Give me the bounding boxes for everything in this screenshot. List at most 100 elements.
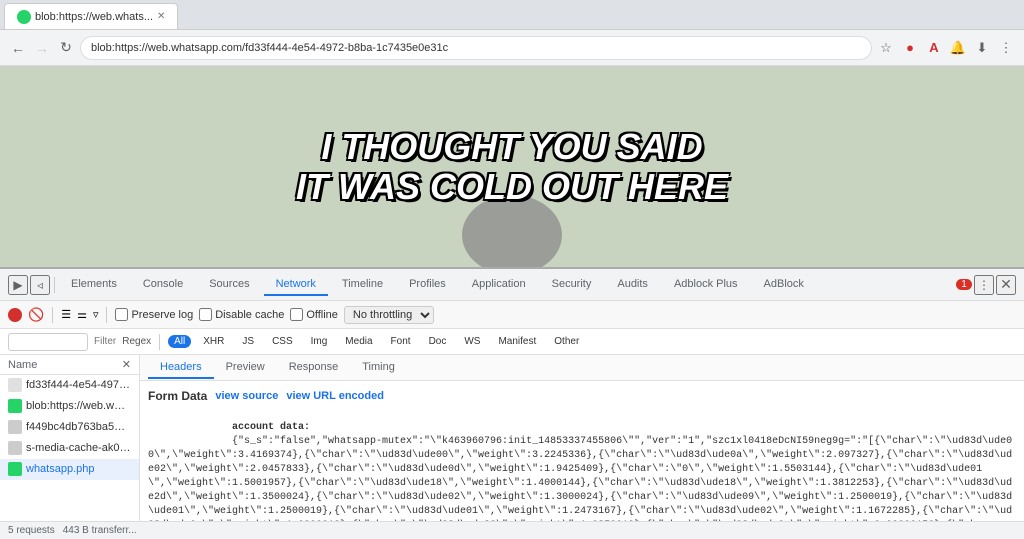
status-bar: 5 requests 443 B transferr... xyxy=(0,521,1024,539)
tab-adblock[interactable]: AdBlock xyxy=(752,274,816,296)
tab-application[interactable]: Application xyxy=(460,274,538,296)
request-tabs: Headers Preview Response Timing xyxy=(140,355,1024,381)
bookmark-button[interactable]: ☆ xyxy=(876,38,896,58)
whatsapp-icon[interactable]: ● xyxy=(900,38,920,58)
filter-font[interactable]: Font xyxy=(385,335,417,348)
regex-btn[interactable]: Regex xyxy=(122,336,151,347)
view-source-link[interactable]: view source xyxy=(215,390,278,402)
sidebar-item-text-4: s-media-cache-ak0.pin... xyxy=(26,442,131,454)
tab-elements[interactable]: Elements xyxy=(59,274,129,296)
offline-input[interactable] xyxy=(290,308,303,321)
filter-ws[interactable]: WS xyxy=(458,335,486,348)
sidebar-item-2[interactable]: blob:https://web.whats... xyxy=(0,396,139,417)
forward-button[interactable]: → xyxy=(32,38,52,58)
main-area: I THOUGHT YOU SAID IT WAS COLD OUT HERE … xyxy=(0,67,1024,521)
extension-icon[interactable]: 🔔 xyxy=(948,38,968,58)
url-text: blob:https://web.whatsapp.com/fd33f444-4… xyxy=(91,42,448,54)
download-button[interactable]: ⬇ xyxy=(972,38,992,58)
filter-other[interactable]: Other xyxy=(548,335,585,348)
tab-favicon xyxy=(17,10,31,24)
menu-button[interactable]: ⋮ xyxy=(996,38,1016,58)
sidebar-item-text-2: blob:https://web.whats... xyxy=(26,400,131,412)
sidebar-panel: Name ✕ fd33f444-4e54-4972-b... blob:http… xyxy=(0,355,140,521)
sidebar-item-text-5: whatsapp.php xyxy=(26,463,95,475)
name-header: Name xyxy=(8,359,37,371)
sidebar-favicon-2 xyxy=(8,399,22,413)
filter-js[interactable]: JS xyxy=(236,335,260,348)
tab-close-button[interactable]: ✕ xyxy=(157,11,165,22)
devtools-more-icon[interactable]: ⋮ xyxy=(974,275,994,295)
form-data-panel: Form Data view source view URL encoded a… xyxy=(140,381,1024,521)
sidebar-favicon-1 xyxy=(8,378,22,392)
req-tab-response[interactable]: Response xyxy=(277,357,351,379)
tab-network[interactable]: Network xyxy=(264,274,328,296)
sidebar-item-1[interactable]: fd33f444-4e54-4972-b... xyxy=(0,375,139,396)
filter-doc[interactable]: Doc xyxy=(423,335,453,348)
sep2 xyxy=(106,307,107,323)
req-tab-headers[interactable]: Headers xyxy=(148,357,214,379)
sidebar-item-5[interactable]: whatsapp.php xyxy=(0,459,139,480)
throttle-select[interactable]: No throttling xyxy=(344,306,434,324)
error-badge: 1 xyxy=(956,279,972,290)
disable-cache-input[interactable] xyxy=(199,308,212,321)
form-data-title: Form Data xyxy=(148,389,207,403)
record-button[interactable] xyxy=(8,308,22,322)
filter-img[interactable]: Img xyxy=(305,335,334,348)
form-data-header: Form Data view source view URL encoded xyxy=(148,389,1016,403)
meme-text: I THOUGHT YOU SAID IT WAS COLD OUT HERE xyxy=(296,127,728,206)
sep3 xyxy=(159,334,160,350)
meme-image: I THOUGHT YOU SAID IT WAS COLD OUT HERE xyxy=(0,67,1024,267)
back-button[interactable]: ← xyxy=(8,38,28,58)
tab-timeline[interactable]: Timeline xyxy=(330,274,395,296)
filter-input[interactable] xyxy=(8,333,88,351)
filter-placeholder-label: Filter xyxy=(94,336,116,347)
req-tab-timing[interactable]: Timing xyxy=(350,357,407,379)
sidebar-favicon-4 xyxy=(8,441,22,455)
tab-security[interactable]: Security xyxy=(540,274,604,296)
meme-line1: I THOUGHT YOU SAID xyxy=(296,127,728,167)
account-key: account data: xyxy=(232,422,310,433)
view-url-encoded-link[interactable]: view URL encoded xyxy=(286,390,384,402)
browser-toolbar: ← → ↻ blob:https://web.whatsapp.com/fd33… xyxy=(0,30,1024,66)
adblock-icon[interactable]: A xyxy=(924,38,944,58)
requests-count: 5 requests xyxy=(8,525,55,536)
filter-css[interactable]: CSS xyxy=(266,335,299,348)
network-toolbar: 🚫 ☰ ⚌ ▿ Preserve log Disable cache Offli… xyxy=(0,301,1024,329)
filter-xhr[interactable]: XHR xyxy=(197,335,230,348)
tab-console[interactable]: Console xyxy=(131,274,195,296)
filter-media[interactable]: Media xyxy=(339,335,378,348)
devtools-tabs: ▶ ◃ Elements Console Sources Network Tim… xyxy=(0,269,1024,301)
devtools-mobile-icon[interactable]: ◃ xyxy=(30,275,50,295)
form-data-links: view source view URL encoded xyxy=(215,390,384,402)
preserve-log-checkbox[interactable]: Preserve log xyxy=(115,308,193,321)
sidebar-item-text-1: fd33f444-4e54-4972-b... xyxy=(26,379,131,391)
clear-button[interactable]: 🚫 xyxy=(28,307,44,323)
close-sidebar-btn[interactable]: ✕ xyxy=(122,358,131,371)
sidebar-favicon-3 xyxy=(8,420,22,434)
reload-button[interactable]: ↻ xyxy=(56,38,76,58)
account-value: {"s_s":"false","whatsapp-mutex":"\"k4639… xyxy=(148,436,1012,521)
preserve-log-input[interactable] xyxy=(115,308,128,321)
devtools-close-button[interactable]: ✕ xyxy=(996,275,1016,295)
filter-all[interactable]: All xyxy=(168,335,191,348)
tab-profiles[interactable]: Profiles xyxy=(397,274,458,296)
filter-manifest[interactable]: Manifest xyxy=(492,335,542,348)
filter-icon: ▿ xyxy=(93,308,99,321)
preserve-log-label: Preserve log xyxy=(131,309,193,321)
meme-line2: IT WAS COLD OUT HERE xyxy=(296,167,728,207)
tab-title: blob:https://web.whats... xyxy=(35,11,153,23)
tab-adblock-plus[interactable]: Adblock Plus xyxy=(662,274,750,296)
sidebar-item-4[interactable]: s-media-cache-ak0.pin... xyxy=(0,438,139,459)
offline-label: Offline xyxy=(306,309,338,321)
offline-checkbox[interactable]: Offline xyxy=(290,308,338,321)
tab-bar: blob:https://web.whats... ✕ xyxy=(0,0,1024,30)
address-bar[interactable]: blob:https://web.whatsapp.com/fd33f444-4… xyxy=(80,36,872,60)
devtools-inspect-icon[interactable]: ▶ xyxy=(8,275,28,295)
req-tab-preview[interactable]: Preview xyxy=(214,357,277,379)
tab-sources[interactable]: Sources xyxy=(197,274,261,296)
browser-tab[interactable]: blob:https://web.whats... ✕ xyxy=(4,3,178,29)
tab-audits[interactable]: Audits xyxy=(605,274,660,296)
sidebar-item-3[interactable]: f449bc4db763ba55378... xyxy=(0,417,139,438)
disable-cache-checkbox[interactable]: Disable cache xyxy=(199,308,284,321)
sidebar-header: Name ✕ xyxy=(0,355,139,375)
